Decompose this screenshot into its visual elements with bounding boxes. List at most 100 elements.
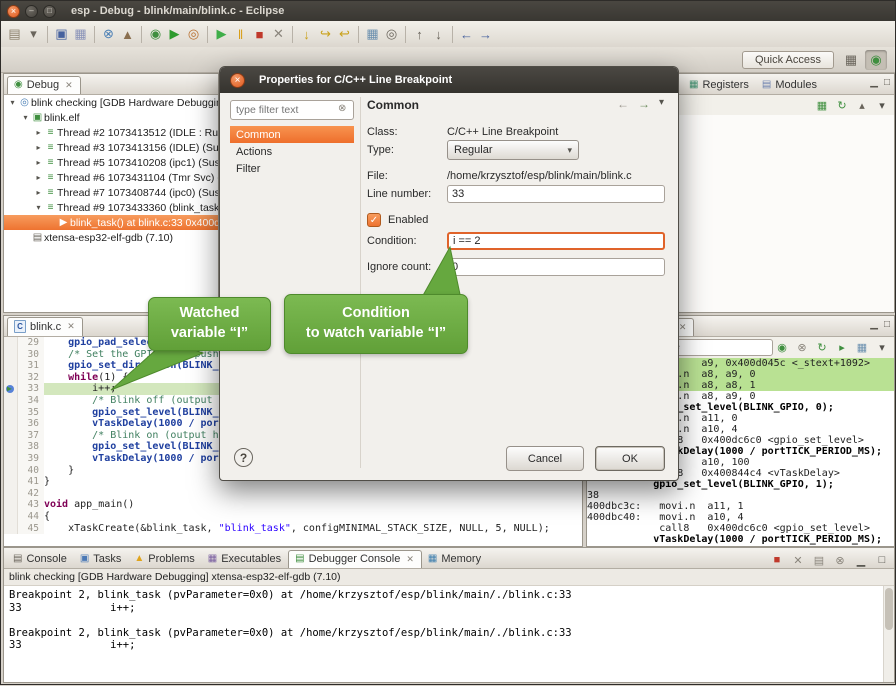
breakpoint-margin[interactable]	[4, 441, 18, 453]
profile-icon[interactable]: ◎	[184, 25, 203, 44]
console-output[interactable]: Breakpoint 2, blink_task (pvParameter=0x…	[4, 586, 884, 682]
view-menu-icon[interactable]: ▾	[874, 97, 890, 113]
breakpoint-margin[interactable]	[4, 511, 18, 523]
step-over-icon[interactable]: ↪	[316, 25, 335, 44]
tab-console[interactable]: ▤Console	[7, 551, 74, 568]
disassembly-line[interactable]: 400dbc40: movi.n a10, 4	[587, 512, 894, 523]
tree-expander-icon[interactable]: ▸	[33, 173, 44, 182]
menu-dropdown-icon[interactable]: ▾	[659, 97, 664, 111]
debug-tree-item[interactable]: ▾◎blink checking [GDB Hardware Debugging…	[4, 95, 218, 110]
close-tab-icon[interactable]: ✕	[679, 322, 687, 333]
breakpoint-margin[interactable]: ▶	[4, 383, 18, 395]
minimize-view-icon[interactable]: ▁	[870, 319, 878, 330]
show-columns-icon[interactable]: ▦	[814, 97, 830, 113]
run-icon[interactable]: ▶	[165, 25, 184, 44]
save-all-icon[interactable]: ▦	[71, 25, 90, 44]
editor-line[interactable]: 42	[4, 488, 582, 500]
next-annotation-icon[interactable]: ↓	[429, 25, 448, 44]
breakpoint-margin[interactable]	[4, 360, 18, 372]
tree-expander-icon[interactable]: ▾	[7, 98, 18, 107]
disconnect-icon[interactable]: ✕	[269, 25, 288, 44]
close-tab-icon[interactable]: ✕	[406, 554, 414, 565]
breakpoint-margin[interactable]	[4, 349, 18, 361]
tab-tasks[interactable]: ▣Tasks	[74, 551, 129, 568]
open-perspective-icon[interactable]: ▦	[840, 50, 862, 70]
disassembly-line[interactable]: 400dbc3c: movi.n a11, 1	[587, 501, 894, 512]
view-menu-icon[interactable]: ▾	[874, 339, 890, 355]
breakpoint-margin[interactable]	[4, 499, 18, 511]
save-icon[interactable]: ▣	[52, 25, 71, 44]
debug-tree-item[interactable]: ▾≡Thread #9 1073433360 (blink_task : Sus…	[4, 200, 218, 215]
disassembly-line[interactable]: 38	[587, 490, 894, 501]
skip-breakpoints-icon[interactable]: ⊗	[99, 25, 118, 44]
debug-tree-item[interactable]: ▸≡Thread #3 1073413156 (IDLE) (Suspended…	[4, 140, 218, 155]
breakpoint-margin[interactable]	[4, 476, 18, 488]
editor-line[interactable]: 45 xTaskCreate(&blink_task, "blink_task"…	[4, 523, 582, 535]
terminate-icon[interactable]: ■	[769, 552, 785, 568]
tab-memory[interactable]: ▦Memory	[422, 551, 488, 568]
search-icon[interactable]: ◎	[382, 25, 401, 44]
tab-executables[interactable]: ▦Executables	[202, 551, 288, 568]
debug-icon[interactable]: ◉	[146, 25, 165, 44]
clear-icon[interactable]: ⊗	[794, 339, 810, 355]
editor-line[interactable]: 44{	[4, 511, 582, 523]
ok-button[interactable]: OK	[595, 446, 665, 471]
disassembly-line[interactable]: call8 0x400dc6c0 <gpio_set_level>	[587, 523, 894, 534]
resume-icon[interactable]: ▶	[212, 25, 231, 44]
breakpoint-margin[interactable]	[4, 523, 18, 535]
breakpoint-margin[interactable]	[4, 418, 18, 430]
dialog-filter-input[interactable]	[230, 100, 354, 120]
back-icon[interactable]: ←	[617, 97, 629, 111]
filter-clear-icon[interactable]: ⊗	[338, 103, 346, 114]
help-button[interactable]: ?	[234, 448, 253, 467]
debug-tree-item[interactable]: ▸≡Thread #7 1073408744 (ipc0) (Suspended…	[4, 185, 218, 200]
tree-expander-icon[interactable]: ▸	[33, 143, 44, 152]
breakpoint-margin[interactable]	[4, 453, 18, 465]
back-icon[interactable]: ←	[457, 25, 476, 44]
scroll-lock-icon[interactable]: ⊗	[832, 552, 848, 568]
collapse-all-icon[interactable]: ▴	[854, 97, 870, 113]
tree-expander-icon[interactable]: ▾	[20, 113, 31, 122]
terminate-icon[interactable]: ■	[250, 25, 269, 44]
tree-expander-icon[interactable]: ▸	[33, 128, 44, 137]
dialog-nav-item-common[interactable]: Common	[230, 126, 354, 143]
debug-tree-item[interactable]: ▸≡Thread #2 1073413512 (IDLE : Running)	[4, 125, 218, 140]
enabled-checkbox[interactable]: ✓	[367, 213, 381, 227]
console-scrollbar[interactable]	[883, 586, 894, 682]
forward-icon[interactable]: →	[476, 25, 495, 44]
maximize-view-icon[interactable]: □	[884, 77, 890, 88]
suspend-icon[interactable]: ‖	[231, 25, 250, 44]
dialog-close-button[interactable]: ×	[230, 73, 245, 88]
remove-launch-icon[interactable]: ✕	[790, 552, 806, 568]
tree-expander-icon[interactable]: ▸	[33, 188, 44, 197]
cancel-button[interactable]: Cancel	[506, 446, 584, 471]
forward-icon[interactable]: →	[638, 97, 650, 111]
disassembly-line[interactable]: vTaskDelay(1000 / portTICK_PERIOD_MS);	[587, 534, 894, 545]
dialog-nav-item-actions[interactable]: Actions	[230, 143, 354, 160]
quick-access-button[interactable]: Quick Access	[742, 51, 834, 69]
tree-expander-icon[interactable]: ▾	[33, 203, 44, 212]
step-return-icon[interactable]: ↩	[335, 25, 354, 44]
window-minimize-button[interactable]: –	[25, 5, 38, 18]
tab-modules[interactable]: ▤Modules	[756, 77, 824, 94]
debug-tree-item[interactable]: ▸≡Thread #6 1073431104 (Tmr Svc) (Suspen…	[4, 170, 218, 185]
breakpoint-margin[interactable]	[4, 465, 18, 477]
tab-problems[interactable]: ▲Problems	[128, 551, 201, 568]
tab-debug[interactable]: ◉ Debug ✕	[7, 76, 81, 94]
debug-tree-item[interactable]: ▶blink_task() at blink.c:33 0x400dbc30	[4, 215, 218, 230]
refresh-icon[interactable]: ↻	[834, 97, 850, 113]
debug-tree-item[interactable]: ▤xtensa-esp32-elf-gdb (7.10)	[4, 230, 218, 245]
sync-icon[interactable]: ▦	[854, 339, 870, 355]
maximize-view-icon[interactable]: □	[884, 319, 890, 330]
dialog-nav-item-filter[interactable]: Filter	[230, 160, 354, 177]
minimize-view-icon[interactable]: ▁	[870, 77, 878, 88]
line-number-input[interactable]	[447, 185, 665, 203]
breakpoint-margin[interactable]	[4, 407, 18, 419]
new-wizard-icon[interactable]: ▤	[5, 25, 24, 44]
condition-input[interactable]	[447, 232, 665, 250]
refresh-icon[interactable]: ↻	[814, 339, 830, 355]
debug-perspective-icon[interactable]: ◉	[865, 50, 887, 70]
new-dropdown-icon[interactable]: ▾	[24, 25, 43, 44]
debug-tree-item[interactable]: ▾▣blink.elf	[4, 110, 218, 125]
track-expression-icon[interactable]: ▸	[834, 339, 850, 355]
